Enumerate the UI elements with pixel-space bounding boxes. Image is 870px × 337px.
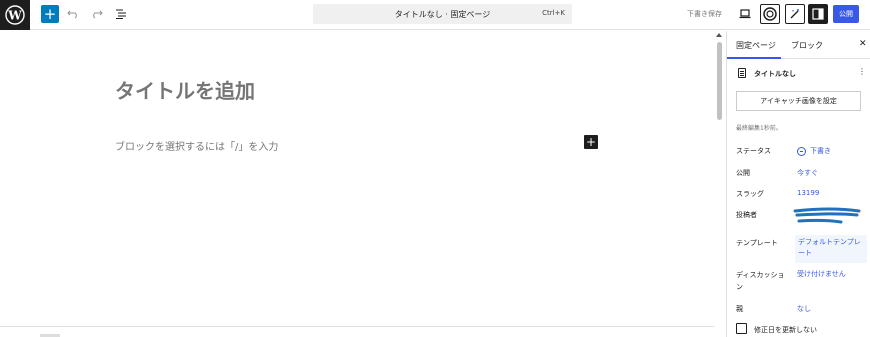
publish-label: 公開 [736, 169, 750, 177]
wordpress-icon[interactable]: W [0, 0, 30, 30]
list-view-icon [116, 9, 126, 19]
undo-icon [67, 10, 77, 19]
parent-label: 親 [736, 305, 743, 313]
draft-status-icon [797, 147, 806, 156]
publish-button[interactable]: 公開 [833, 5, 859, 23]
slug-value[interactable]: 13199 [797, 189, 819, 197]
list-view-button[interactable] [113, 6, 129, 22]
ai-assistant-button[interactable] [785, 4, 805, 24]
desktop-icon [739, 9, 751, 19]
parent-value[interactable]: なし [797, 304, 811, 314]
post-title-field[interactable]: タイトルを追加 [115, 75, 255, 104]
close-icon[interactable]: ✕ [859, 39, 867, 49]
discussion-label: ディスカッション [736, 271, 785, 291]
more-vertical-icon[interactable]: ⋮ [858, 67, 866, 76]
save-draft-button[interactable]: 下書き保存 [687, 9, 722, 19]
canvas-scrollbar[interactable] [714, 31, 725, 337]
page-icon [738, 68, 746, 78]
author-label: 投稿者 [736, 211, 757, 219]
plus-icon: + [43, 5, 57, 23]
status-label: ステータス [736, 147, 771, 155]
author-redaction[interactable] [793, 206, 861, 228]
block-placeholder[interactable]: ブロックを選択するには「/」を入力 [115, 138, 278, 153]
status-value[interactable]: 下書き [810, 146, 831, 156]
add-block-button[interactable]: + [41, 5, 59, 23]
preview-button[interactable] [737, 6, 753, 22]
footer-divider [0, 326, 725, 327]
settings-toggle-button[interactable] [808, 4, 828, 24]
redo-button[interactable] [89, 6, 105, 22]
jetpack-button[interactable] [760, 4, 780, 24]
page-summary: タイトルなし ⋮ [727, 59, 870, 87]
redo-icon [93, 10, 103, 19]
ai-wand-icon [790, 9, 799, 19]
last-edited-text: 最終編集1秒前。 [736, 125, 782, 132]
sidebar-tabs: 固定ページ ブロック ✕ [727, 31, 870, 59]
template-label: テンプレート [736, 239, 778, 247]
scroll-thumb[interactable] [717, 42, 722, 120]
set-featured-image-button[interactable]: アイキャッチ画像を設定 [736, 91, 861, 111]
undo-button[interactable] [65, 6, 81, 22]
tab-page[interactable]: 固定ページ [736, 40, 776, 51]
block-inserter-button[interactable]: + [584, 135, 598, 149]
shortcut-hint: Ctrl+K [542, 9, 565, 17]
plus-icon: + [585, 135, 597, 149]
keep-modified-date-checkbox[interactable] [736, 323, 747, 334]
tab-block[interactable]: ブロック [791, 40, 823, 51]
document-title: タイトルなし · 固定ページ [394, 10, 491, 19]
editor-header: W + タイトルなし · 固定ページ Ctrl+K 下書き保存 公開 [0, 0, 870, 30]
svg-text:W: W [7, 9, 22, 23]
jetpack-icon [763, 7, 777, 21]
editor-canvas[interactable]: タイトルを追加 ブロックを選択するには「/」を入力 + [0, 31, 725, 337]
publish-value[interactable]: 今すぐ [797, 168, 818, 178]
page-name: タイトルなし [754, 70, 796, 78]
discussion-value[interactable]: 受け付けません [797, 269, 846, 279]
sidebar-icon [812, 8, 824, 20]
template-value[interactable]: デフォルトテンプレート [795, 235, 867, 263]
slug-label: スラッグ [736, 190, 764, 198]
settings-sidebar: 固定ページ ブロック ✕ タイトルなし ⋮ アイキャッチ画像を設定 最終編集1秒… [726, 31, 870, 337]
command-palette-bar[interactable]: タイトルなし · 固定ページ Ctrl+K [313, 4, 572, 24]
scroll-up-arrow[interactable] [716, 33, 722, 37]
keep-modified-date-label[interactable]: 修正日を更新しない [754, 325, 817, 335]
